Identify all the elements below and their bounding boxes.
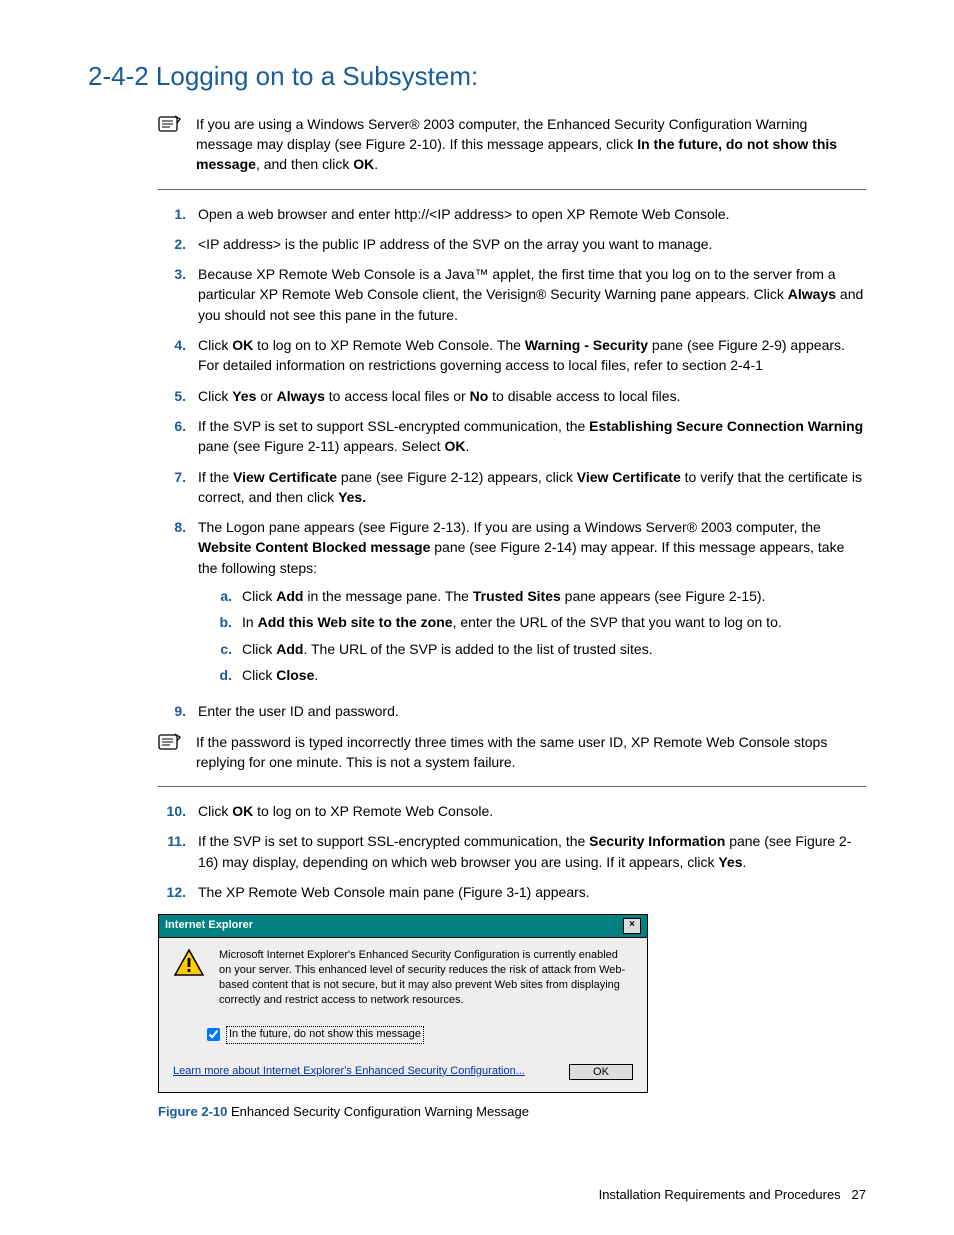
note-block-1: If you are using a Windows Server® 2003 … [158,114,866,175]
step-item: 4. Click OK to log on to XP Remote Web Co… [158,335,866,376]
step-item: 1. Open a web browser and enter http://<I… [158,204,866,224]
note-icon [158,732,184,773]
sub-step-item: a. Click Add in the message pane. The Tru… [198,586,866,606]
step-number: 1. [158,204,186,224]
step-body: If the View Certificate pane (see Figure… [198,467,866,508]
sub-step-body: Click Add. The URL of the SVP is added t… [242,639,866,659]
dialog-screenshot: Internet Explorer × Microsoft Internet E… [158,914,648,1092]
sub-steps: a. Click Add in the message pane. The Tru… [198,586,866,685]
step-number: 4. [158,335,186,376]
sub-step-body: In Add this Web site to the zone, enter … [242,612,866,632]
sub-step-number: a. [210,586,232,606]
sub-step-item: c. Click Add. The URL of the SVP is added… [198,639,866,659]
sub-step-number: b. [210,612,232,632]
step-item: 10. Click OK to log on to XP Remote Web C… [158,801,866,821]
step-body: Open a web browser and enter http://<IP … [198,204,866,224]
step-number: 11. [158,831,186,872]
checkbox-label: In the future, do not show this message [226,1026,424,1044]
dialog-titlebar: Internet Explorer × [159,915,647,938]
sub-step-item: b. In Add this Web site to the zone, ente… [198,612,866,632]
sub-step-body: Click Close. [242,665,866,685]
step-item: 5. Click Yes or Always to access local fi… [158,386,866,406]
dialog-title: Internet Explorer [165,918,253,934]
step-body: The Logon pane appears (see Figure 2-13)… [198,517,866,691]
step-number: 5. [158,386,186,406]
page-footer: Installation Requirements and Procedures… [599,1186,866,1205]
step-body: Click OK to log on to XP Remote Web Cons… [198,801,866,821]
step-item: 12. The XP Remote Web Console main pane (… [158,882,866,902]
step-number: 6. [158,416,186,457]
step-item: 9. Enter the user ID and password. [158,701,866,721]
sub-step-number: c. [210,639,232,659]
learn-more-link[interactable]: Learn more about Internet Explorer's Enh… [173,1064,525,1080]
step-number: 12. [158,882,186,902]
step-body: Click Yes or Always to access local file… [198,386,866,406]
note-block-2: If the password is typed incorrectly thr… [158,732,866,773]
figure-caption-text: Enhanced Security Configuration Warning … [227,1104,529,1119]
step-number: 2. [158,234,186,254]
ordered-steps-2: 10. Click OK to log on to XP Remote Web C… [158,801,866,902]
note-icon [158,114,184,175]
figure-caption: Figure 2-10 Enhanced Security Configurat… [158,1103,866,1122]
divider [158,189,866,190]
step-item: 3.Because XP Remote Web Console is a Jav… [158,264,866,325]
step-body: <IP address> is the public IP address of… [198,234,866,254]
sub-step-item: d. Click Close. [198,665,866,685]
step-item: 2. <IP address> is the public IP address … [158,234,866,254]
section-heading: 2-4-2 Logging on to a Subsystem: [88,58,866,96]
ok-button[interactable]: OK [569,1064,633,1080]
checkbox-row[interactable]: In the future, do not show this message [207,1026,633,1044]
step-number: 9. [158,701,186,721]
ie-warning-dialog: Internet Explorer × Microsoft Internet E… [158,914,648,1092]
note-text: If the password is typed incorrectly thr… [196,732,866,773]
step-body: Because XP Remote Web Console is a Java™… [198,264,866,325]
divider [158,786,866,787]
step-item: 8.The Logon pane appears (see Figure 2-1… [158,517,866,691]
suppress-checkbox[interactable] [207,1028,220,1041]
sub-step-number: d. [210,665,232,685]
step-body: Click OK to log on to XP Remote Web Cons… [198,335,866,376]
step-number: 7. [158,467,186,508]
step-item: 11. If the SVP is set to support SSL-encr… [158,831,866,872]
step-body: The XP Remote Web Console main pane (Fig… [198,882,866,902]
step-number: 10. [158,801,186,821]
step-number: 3. [158,264,186,325]
ordered-steps-1: 1. Open a web browser and enter http://<I… [158,204,866,722]
page-number: 27 [852,1187,866,1202]
step-number: 8. [158,517,186,691]
step-body: If the SVP is set to support SSL-encrypt… [198,416,866,457]
footer-text: Installation Requirements and Procedures [599,1187,841,1202]
step-body: If the SVP is set to support SSL-encrypt… [198,831,866,872]
step-body: Enter the user ID and password. [198,701,866,721]
step-item: 6. If the SVP is set to support SSL-encry… [158,416,866,457]
step-item: 7. If the View Certificate pane (see Figu… [158,467,866,508]
note-text: If you are using a Windows Server® 2003 … [196,114,866,175]
dialog-message: Microsoft Internet Explorer's Enhanced S… [219,948,633,1007]
warning-icon [173,948,205,1007]
figure-number: Figure 2-10 [158,1104,227,1119]
sub-step-body: Click Add in the message pane. The Trust… [242,586,866,606]
document-page: 2-4-2 Logging on to a Subsystem: If you … [0,0,954,1235]
close-icon[interactable]: × [623,918,641,934]
